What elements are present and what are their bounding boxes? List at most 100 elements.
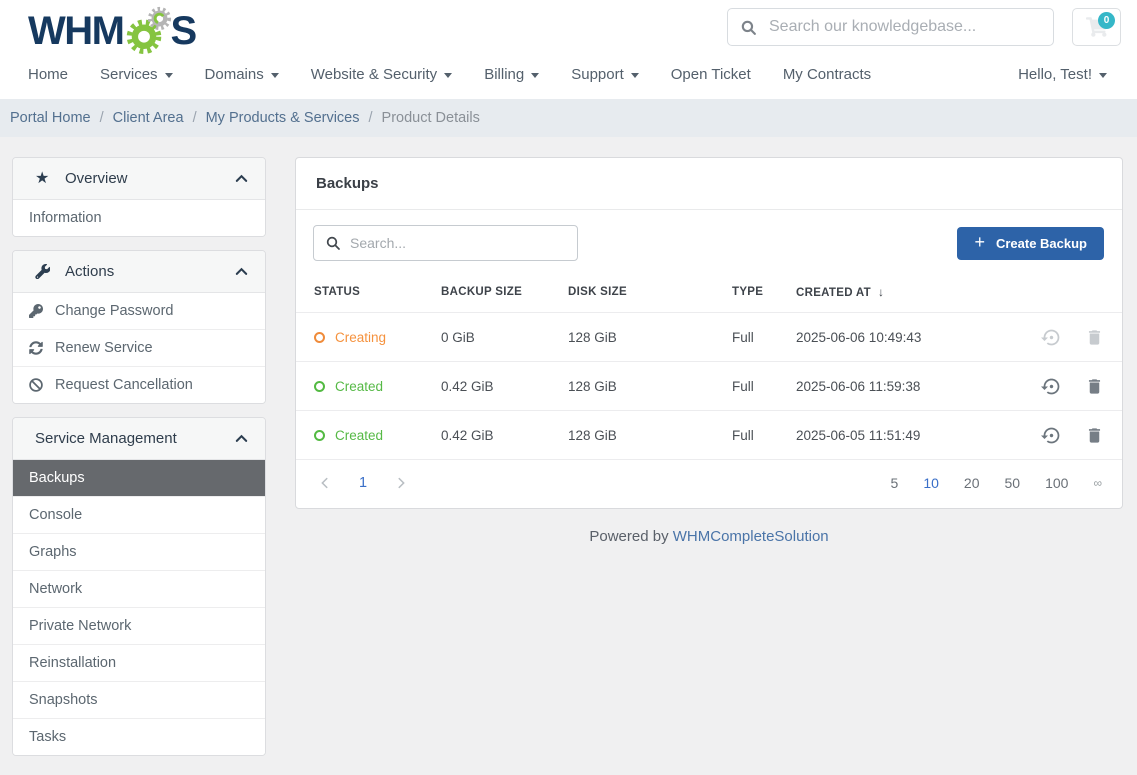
logo-text-whm: WHM <box>28 11 123 51</box>
created-at: 2025-06-06 10:49:43 <box>796 330 1008 345</box>
caret-down-icon <box>444 73 452 78</box>
sidebar-item-renew-service[interactable]: Renew Service <box>13 329 265 366</box>
backup-size: 0 GiB <box>441 330 568 345</box>
card-title: Backups <box>296 158 1122 210</box>
sidebar-item-console[interactable]: Console <box>13 496 265 533</box>
status-text: Created <box>335 379 383 394</box>
table-search <box>313 225 578 261</box>
sidebar-item-backups[interactable]: Backups <box>13 460 265 496</box>
sidebar-item-information[interactable]: Information <box>13 200 265 236</box>
status-creating-icon <box>314 332 325 343</box>
status-text: Created <box>335 428 383 443</box>
chevron-up-icon <box>234 171 249 186</box>
caret-down-icon <box>1099 73 1107 78</box>
ban-icon <box>29 378 45 392</box>
overview-panel: ★ Overview Information <box>12 157 266 237</box>
nav-item-home[interactable]: Home <box>28 66 68 83</box>
panel-title: Service Management <box>35 430 177 447</box>
page-size-20[interactable]: 20 <box>964 475 980 491</box>
column-header-disk-size[interactable]: DISK SIZE <box>568 286 732 298</box>
restore-backup-icon[interactable] <box>1041 376 1062 397</box>
nav-item-website-security[interactable]: Website & Security <box>311 66 452 83</box>
created-at: 2025-06-06 11:59:38 <box>796 379 1008 394</box>
nav-item-domains[interactable]: Domains <box>205 66 279 83</box>
column-header-status[interactable]: STATUS <box>314 286 441 298</box>
page-size-100[interactable]: 100 <box>1045 475 1068 491</box>
page-number[interactable]: 1 <box>359 475 367 491</box>
delete-backup-icon[interactable] <box>1085 425 1104 446</box>
status-created-icon <box>314 381 325 392</box>
whmcompletesolution-link[interactable]: WHMCompleteSolution <box>673 528 829 545</box>
whmcs-logo[interactable]: WHM S <box>28 6 196 56</box>
caret-down-icon <box>531 73 539 78</box>
sidebar-item-tasks[interactable]: Tasks <box>13 718 265 755</box>
star-icon: ★ <box>35 171 52 187</box>
status-created-icon <box>314 430 325 441</box>
disk-size: 128 GiB <box>568 330 732 345</box>
sidebar-item-private-network[interactable]: Private Network <box>13 607 265 644</box>
previous-page-icon[interactable] <box>318 476 332 490</box>
sidebar-item-snapshots[interactable]: Snapshots <box>13 681 265 718</box>
page-size-50[interactable]: 50 <box>1005 475 1021 491</box>
key-icon <box>29 304 45 318</box>
table-row: Creating 0 GiB 128 GiB Full 2025-06-06 1… <box>296 312 1122 361</box>
page-size-infinity-icon[interactable]: ∞ <box>1093 476 1102 490</box>
backups-card: Backups + Create Backup STATUS BACKUP SI… <box>295 157 1123 509</box>
create-backup-button[interactable]: + Create Backup <box>957 227 1104 260</box>
table-search-input[interactable] <box>350 235 566 251</box>
caret-down-icon <box>631 73 639 78</box>
nav-item-billing[interactable]: Billing <box>484 66 539 83</box>
refresh-icon <box>29 341 45 355</box>
backup-size: 0.42 GiB <box>441 379 568 394</box>
actions-panel-header[interactable]: Actions <box>13 251 265 293</box>
service-management-panel-header[interactable]: Service Management <box>13 418 265 460</box>
column-header-backup-size[interactable]: BACKUP SIZE <box>441 286 568 298</box>
panel-title: Overview <box>65 170 128 187</box>
nav-item-support[interactable]: Support <box>571 66 639 83</box>
logo-text-s: S <box>170 11 195 51</box>
table-header: STATUS BACKUP SIZE DISK SIZE TYPE CREATE… <box>296 269 1122 312</box>
status-text: Creating <box>335 330 386 345</box>
backup-type: Full <box>732 428 796 443</box>
service-management-panel: Service Management Backups Console Graph… <box>12 417 266 756</box>
disk-size: 128 GiB <box>568 428 732 443</box>
sort-desc-icon: ↓ <box>878 285 884 299</box>
knowledgebase-search <box>727 8 1054 46</box>
breadcrumb-client-area[interactable]: Client Area <box>113 110 184 126</box>
sidebar-item-change-password[interactable]: Change Password <box>13 293 265 329</box>
plus-icon: + <box>974 233 985 251</box>
main-nav: Home Services Domains Website & Security… <box>0 56 1137 99</box>
pagination: 1 5 10 20 50 100 ∞ <box>296 459 1122 508</box>
delete-backup-icon[interactable] <box>1085 376 1104 397</box>
page-size-10[interactable]: 10 <box>923 475 939 491</box>
sidebar-item-graphs[interactable]: Graphs <box>13 533 265 570</box>
nav-item-open-ticket[interactable]: Open Ticket <box>671 66 751 83</box>
column-header-type[interactable]: TYPE <box>732 286 796 298</box>
caret-down-icon <box>165 73 173 78</box>
sidebar-item-reinstallation[interactable]: Reinstallation <box>13 644 265 681</box>
panel-title: Actions <box>65 263 114 280</box>
breadcrumb-current: Product Details <box>382 110 480 126</box>
restore-backup-icon[interactable] <box>1041 425 1062 446</box>
next-page-icon[interactable] <box>394 476 408 490</box>
breadcrumb-my-products[interactable]: My Products & Services <box>206 110 360 126</box>
sidebar-item-network[interactable]: Network <box>13 570 265 607</box>
delete-backup-icon <box>1085 327 1104 348</box>
table-row: Created 0.42 GiB 128 GiB Full 2025-06-05… <box>296 410 1122 459</box>
disk-size: 128 GiB <box>568 379 732 394</box>
actions-panel: Actions Change Password Renew Service <box>12 250 266 404</box>
cart-badge: 0 <box>1098 12 1115 29</box>
column-header-created-at[interactable]: CREATED AT↓ <box>796 285 1008 299</box>
overview-panel-header[interactable]: ★ Overview <box>13 158 265 200</box>
knowledgebase-search-input[interactable] <box>769 18 1041 36</box>
page-size-5[interactable]: 5 <box>891 475 899 491</box>
footer: Powered by WHMCompleteSolution <box>295 509 1123 564</box>
breadcrumb-portal-home[interactable]: Portal Home <box>10 110 91 126</box>
cart-button[interactable]: 0 <box>1072 8 1121 46</box>
sidebar-item-request-cancellation[interactable]: Request Cancellation <box>13 366 265 403</box>
restore-backup-icon <box>1041 327 1062 348</box>
nav-item-my-contracts[interactable]: My Contracts <box>783 66 871 83</box>
nav-item-services[interactable]: Services <box>100 66 173 83</box>
user-menu[interactable]: Hello, Test! <box>1018 66 1107 83</box>
sidebar: ★ Overview Information Actions <box>12 157 266 769</box>
